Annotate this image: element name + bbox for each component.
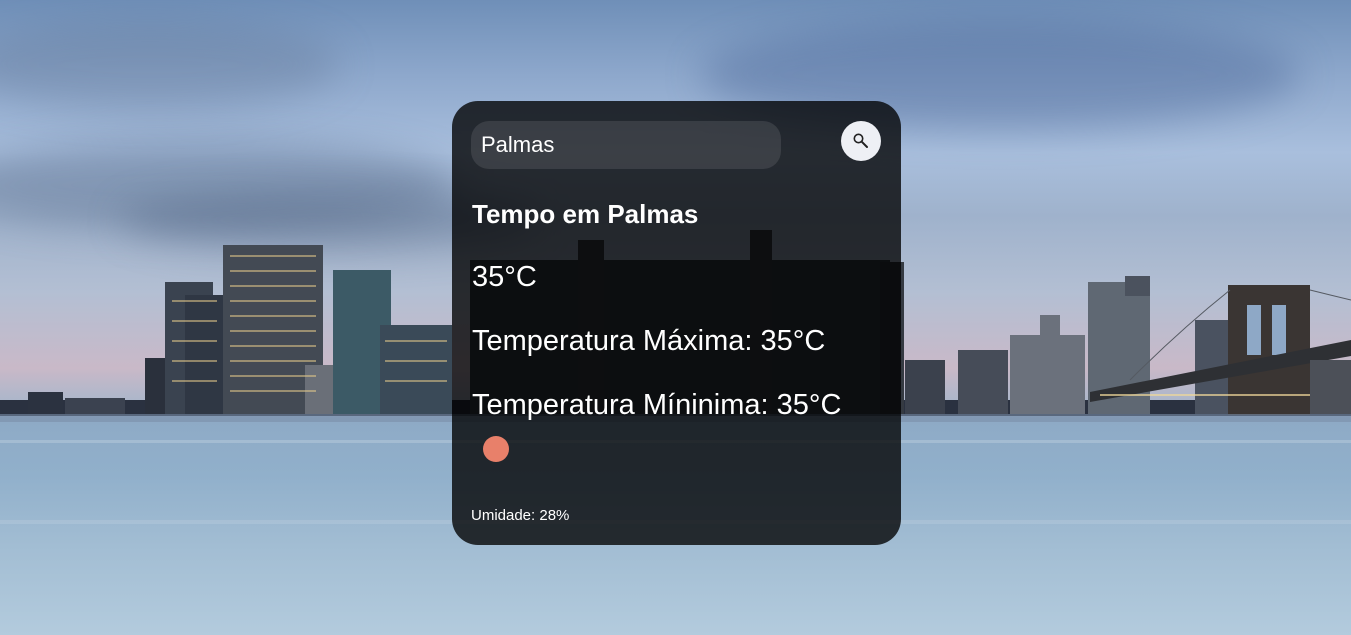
sun-icon: [483, 436, 509, 462]
city-weather-title: Tempo em Palmas: [472, 199, 699, 229]
search-button[interactable]: [841, 121, 881, 161]
weather-card: Tempo em Palmas 35°C Temperatura Máxima:…: [452, 101, 901, 545]
min-temperature: Temperatura Míninima: 35°C: [472, 389, 842, 421]
max-temperature: Temperatura Máxima: 35°C: [472, 325, 826, 357]
city-search-input[interactable]: [471, 121, 781, 169]
humidity-text: Umidade: 28%: [471, 507, 570, 524]
current-temperature: 35°C: [472, 261, 537, 293]
magnifier-icon: [852, 132, 870, 150]
